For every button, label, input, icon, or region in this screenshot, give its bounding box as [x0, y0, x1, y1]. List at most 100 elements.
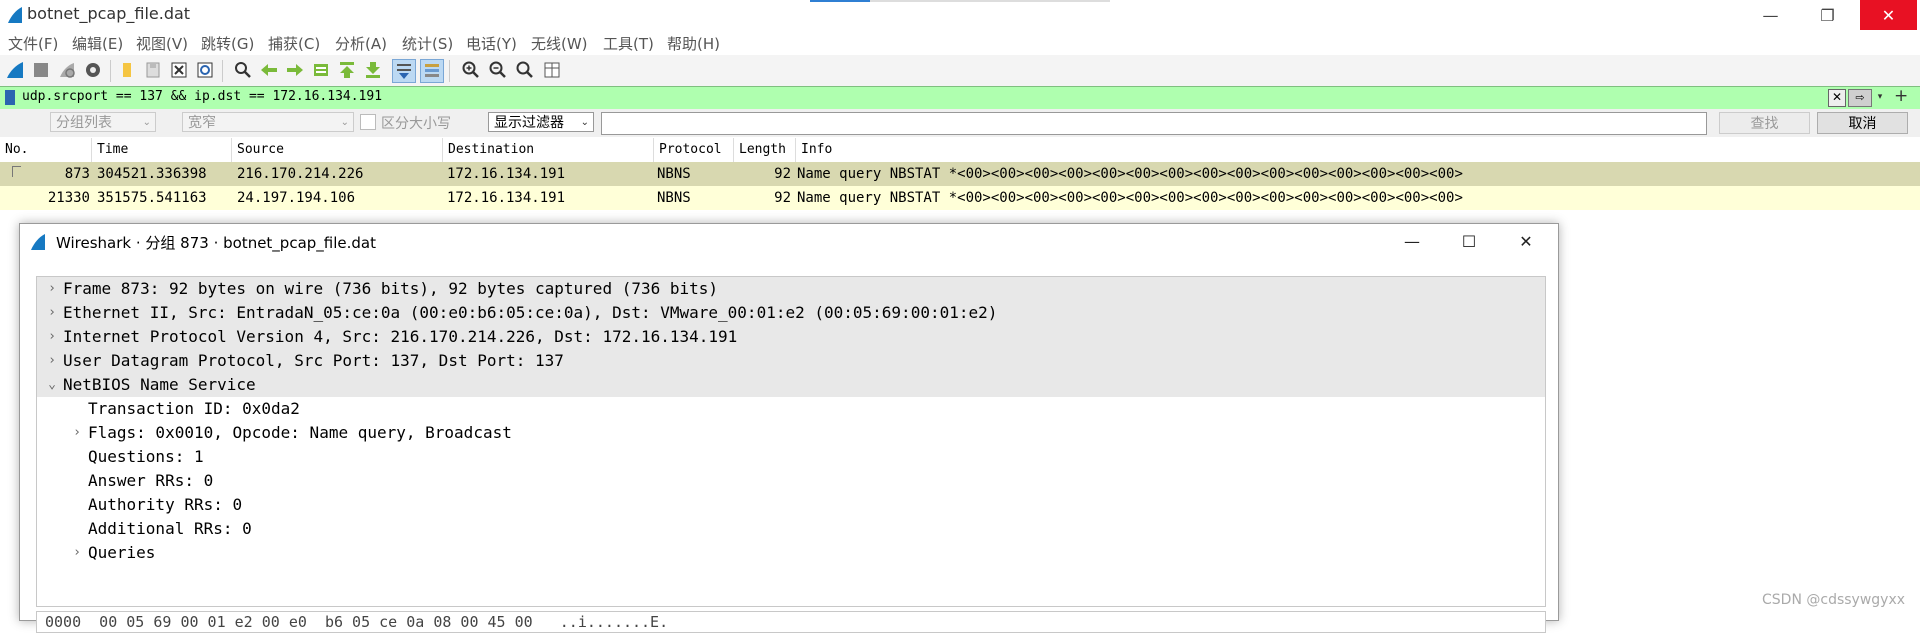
- zoom-normal-icon[interactable]: [514, 59, 536, 81]
- menu-go[interactable]: 跳转(G): [201, 33, 254, 54]
- zoom-in-icon[interactable]: [460, 59, 482, 81]
- tree-row[interactable]: › Queries: [37, 541, 1545, 565]
- packet-time: 351575.541163: [97, 190, 207, 206]
- search-type-combo[interactable]: 显示过滤器 ⌄: [488, 112, 594, 132]
- shark-fin-start-icon[interactable]: [4, 59, 26, 81]
- search-input[interactable]: [601, 112, 1707, 135]
- case-sensitive-checkbox[interactable]: [360, 114, 376, 130]
- filter-history-dropdown-icon[interactable]: ▾: [1874, 89, 1886, 105]
- tree-row[interactable]: Transaction ID: 0x0da2: [37, 397, 1545, 421]
- tree-row[interactable]: Questions: 1: [37, 445, 1545, 469]
- go-back-icon[interactable]: [258, 59, 280, 81]
- menu-telephony[interactable]: 电话(Y): [466, 33, 517, 54]
- restart-capture-icon[interactable]: [56, 59, 78, 81]
- detail-close-button[interactable]: ✕: [1504, 228, 1548, 254]
- go-to-packet-icon[interactable]: [310, 59, 332, 81]
- charset-combo[interactable]: 宽窄 ⌄: [182, 112, 354, 132]
- tree-row-label: Internet Protocol Version 4, Src: 216.17…: [63, 327, 738, 346]
- go-forward-icon[interactable]: [284, 59, 306, 81]
- column-destination[interactable]: Destination: [443, 138, 654, 162]
- add-filter-button-icon[interactable]: +: [1894, 86, 1908, 106]
- colorize-icon[interactable]: [420, 59, 444, 83]
- packet-row[interactable]: 873 304521.336398 216.170.214.226 172.16…: [0, 162, 1920, 186]
- detail-minimize-button[interactable]: —: [1390, 228, 1434, 254]
- open-file-icon[interactable]: [116, 59, 138, 81]
- cancel-button[interactable]: 取消: [1817, 112, 1908, 134]
- column-time[interactable]: Time: [92, 138, 232, 162]
- go-last-icon[interactable]: [362, 59, 384, 81]
- menu-edit[interactable]: 编辑(E): [72, 33, 123, 54]
- tab-indicator-track: [870, 0, 1110, 2]
- find-packet-icon[interactable]: [232, 59, 254, 81]
- tree-row-label: Additional RRs: 0: [88, 519, 252, 538]
- detail-window-title: Wireshark · 分组 873 · botnet_pcap_file.da…: [56, 234, 376, 252]
- tree-row-label: Answer RRs: 0: [88, 471, 214, 490]
- display-filter-bar: udp.srcport == 137 && ip.dst == 172.16.1…: [0, 86, 1920, 110]
- packet-destination: 172.16.134.191: [447, 166, 566, 182]
- save-file-icon[interactable]: [142, 59, 164, 81]
- title-bar: botnet_pcap_file.dat — ❐ ✕: [0, 0, 1920, 30]
- bookmark-icon[interactable]: [5, 90, 15, 105]
- restore-button[interactable]: ❐: [1799, 0, 1856, 30]
- tree-row[interactable]: ⌄ NetBIOS Name Service: [37, 373, 1545, 397]
- capture-options-icon[interactable]: [82, 59, 104, 81]
- watermark: CSDN @cdssywgyxx: [1762, 592, 1906, 608]
- column-length[interactable]: Length: [734, 138, 796, 162]
- charset-value: 宽窄: [188, 115, 216, 131]
- minimize-button[interactable]: —: [1742, 0, 1799, 30]
- chevron-right-icon[interactable]: ›: [45, 349, 59, 373]
- clear-filter-icon[interactable]: ✕: [1828, 89, 1846, 107]
- tree-row-label: Transaction ID: 0x0da2: [88, 399, 300, 418]
- packet-protocol: NBNS: [657, 190, 691, 206]
- menu-analyze[interactable]: 分析(A): [335, 33, 387, 54]
- chevron-down-icon[interactable]: ⌄: [45, 373, 59, 397]
- reload-file-icon[interactable]: [194, 59, 216, 81]
- detail-title-bar: Wireshark · 分组 873 · botnet_pcap_file.da…: [20, 224, 1558, 258]
- tree-row[interactable]: › Ethernet II, Src: EntradaN_05:ce:0a (00…: [37, 301, 1545, 325]
- tree-row[interactable]: Authority RRs: 0: [37, 493, 1545, 517]
- packet-row[interactable]: 21330 351575.541163 24.197.194.106 172.1…: [0, 186, 1920, 210]
- close-button[interactable]: ✕: [1860, 0, 1917, 30]
- chevron-down-icon: ⌄: [142, 117, 151, 128]
- tree-row[interactable]: › Internet Protocol Version 4, Src: 216.1…: [37, 325, 1545, 349]
- chevron-right-icon[interactable]: ›: [70, 541, 84, 565]
- close-file-icon[interactable]: [168, 59, 190, 81]
- packet-detail-tree: › Frame 873: 92 bytes on wire (736 bits),…: [36, 276, 1546, 607]
- chevron-right-icon[interactable]: ›: [45, 301, 59, 325]
- search-in-combo[interactable]: 分组列表 ⌄: [50, 112, 156, 132]
- packet-source: 24.197.194.106: [237, 190, 356, 206]
- resize-columns-icon[interactable]: [541, 59, 563, 81]
- menu-help[interactable]: 帮助(H): [667, 33, 720, 54]
- display-filter-input[interactable]: udp.srcport == 137 && ip.dst == 172.16.1…: [22, 89, 382, 104]
- tree-row[interactable]: Additional RRs: 0: [37, 517, 1545, 541]
- find-button[interactable]: 查找: [1719, 112, 1810, 134]
- detail-maximize-button[interactable]: ☐: [1447, 228, 1491, 254]
- chevron-right-icon[interactable]: ›: [70, 421, 84, 445]
- auto-scroll-icon[interactable]: [392, 59, 416, 83]
- menu-statistics[interactable]: 统计(S): [402, 33, 453, 54]
- column-no[interactable]: No.: [0, 138, 92, 162]
- tree-row[interactable]: › User Datagram Protocol, Src Port: 137, …: [37, 349, 1545, 373]
- packet-destination: 172.16.134.191: [447, 190, 566, 206]
- menu-file[interactable]: 文件(F): [8, 33, 58, 54]
- zoom-out-icon[interactable]: [487, 59, 509, 81]
- chevron-right-icon[interactable]: ›: [45, 277, 59, 301]
- stop-capture-icon[interactable]: [30, 59, 52, 81]
- apply-filter-icon[interactable]: ⇨: [1848, 89, 1872, 107]
- column-source[interactable]: Source: [232, 138, 443, 162]
- column-protocol[interactable]: Protocol: [654, 138, 734, 162]
- menu-view[interactable]: 视图(V): [136, 33, 188, 54]
- column-info[interactable]: Info: [796, 138, 1920, 162]
- tree-row[interactable]: › Frame 873: 92 bytes on wire (736 bits),…: [37, 277, 1545, 301]
- tree-row[interactable]: › Flags: 0x0010, Opcode: Name query, Broa…: [37, 421, 1545, 445]
- packet-info: Name query NBSTAT *<00><00><00><00><00><…: [797, 166, 1463, 182]
- menu-wireless[interactable]: 无线(W): [531, 33, 588, 54]
- search-type-value: 显示过滤器: [494, 115, 564, 131]
- menu-capture[interactable]: 捕获(C): [268, 33, 320, 54]
- chevron-right-icon[interactable]: ›: [45, 325, 59, 349]
- window-title: botnet_pcap_file.dat: [27, 4, 191, 23]
- go-first-icon[interactable]: [336, 59, 358, 81]
- tree-row[interactable]: Answer RRs: 0: [37, 469, 1545, 493]
- menu-tools[interactable]: 工具(T): [603, 33, 654, 54]
- case-sensitive-label: 区分大小写: [381, 116, 451, 132]
